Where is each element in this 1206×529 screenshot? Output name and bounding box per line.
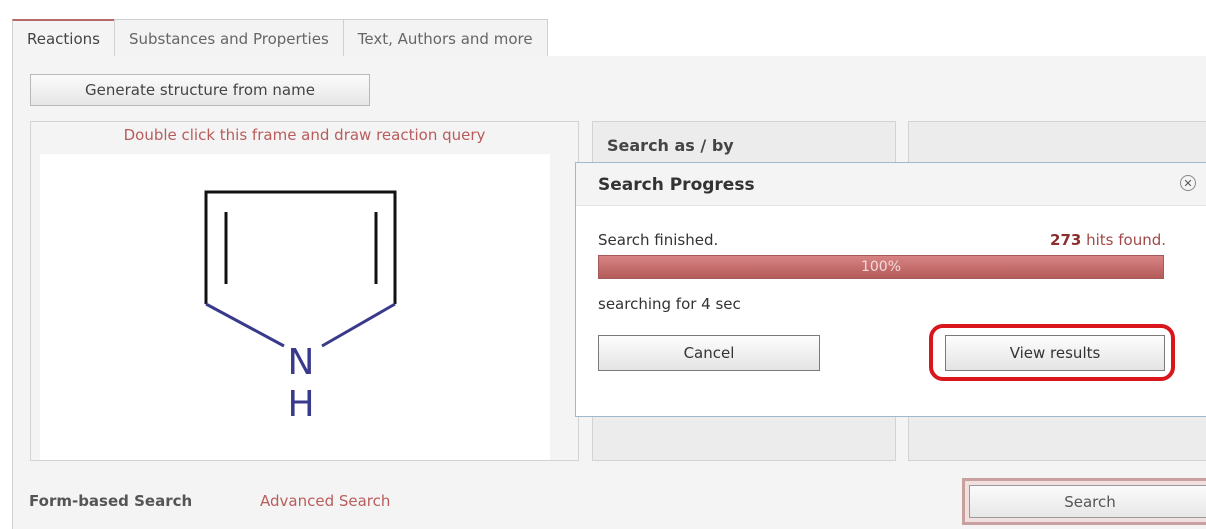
hydrogen-atom-label: H bbox=[287, 384, 314, 425]
ring-bonds bbox=[204, 190, 397, 304]
progress-bar: 100% bbox=[598, 255, 1164, 279]
drawing-canvas[interactable]: N H bbox=[40, 154, 550, 460]
pyrrole-structure: N H bbox=[204, 190, 397, 425]
hits-suffix: hits found. bbox=[1081, 231, 1166, 249]
dialog-title: Search Progress bbox=[598, 175, 755, 195]
bottom-bar: Form-based Search Advanced Search Search bbox=[12, 478, 1206, 529]
view-results-highlight-outline bbox=[929, 324, 1175, 381]
search-status-text: Search finished. bbox=[598, 231, 719, 249]
progress-percent-label: 100% bbox=[860, 259, 902, 275]
search-as-title: Search as / by bbox=[607, 136, 734, 155]
nitrogen-atom-label: N bbox=[288, 342, 315, 383]
hits-count: 273 bbox=[1050, 231, 1082, 249]
bond-to-nitrogen-left bbox=[205, 302, 285, 348]
tab-reactions[interactable]: Reactions bbox=[12, 19, 115, 57]
search-button[interactable]: Search bbox=[962, 478, 1206, 525]
draw-hint-text: Double click this frame and draw reactio… bbox=[123, 126, 486, 144]
form-based-search-link[interactable]: Form-based Search bbox=[29, 492, 192, 510]
dialog-header: Search Progress ✕ bbox=[576, 163, 1206, 206]
hits-found-text: 273 hits found. bbox=[1050, 231, 1166, 249]
structure-drawing-frame[interactable]: Double click this frame and draw reactio… bbox=[30, 121, 579, 461]
tab-text-authors-and-more[interactable]: Text, Authors and more bbox=[342, 19, 548, 57]
search-duration-text: searching for 4 sec bbox=[598, 295, 741, 313]
search-button-label: Search bbox=[969, 485, 1206, 518]
tab-substances-and-properties[interactable]: Substances and Properties bbox=[113, 19, 344, 57]
tab-bar: Reactions Substances and Properties Text… bbox=[12, 19, 548, 57]
cancel-button[interactable]: Cancel bbox=[598, 335, 820, 371]
close-icon[interactable]: ✕ bbox=[1180, 175, 1196, 191]
advanced-search-link[interactable]: Advanced Search bbox=[260, 492, 390, 510]
bond-to-nitrogen-right bbox=[321, 302, 396, 348]
generate-structure-button[interactable]: Generate structure from name bbox=[30, 74, 370, 106]
